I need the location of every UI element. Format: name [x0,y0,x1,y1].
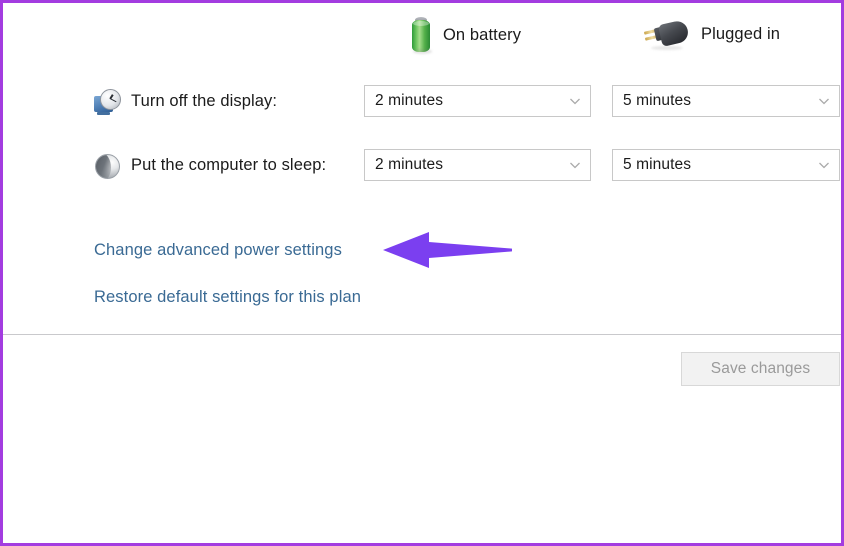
chevron-down-icon [568,158,582,172]
setting-label-put-computer-to-sleep: Put the computer to sleep: [131,155,327,174]
column-header-plugged-in: Plugged in [643,17,780,51]
dropdown-turn-off-display-plugged-in[interactable]: 5 minutes [612,85,840,117]
footer-bar: Save changes [3,335,841,542]
dropdown-turn-off-display-on-battery-value: 2 minutes [375,92,444,109]
chevron-down-icon [817,158,831,172]
dropdown-turn-off-display-on-battery[interactable]: 2 minutes [364,85,591,117]
settings-panel: On battery Plugged in Turn off the displ… [3,3,841,331]
battery-icon [411,17,432,54]
save-changes-button[interactable]: Save changes [681,352,840,386]
column-header-on-battery-label: On battery [443,26,522,44]
dropdown-put-computer-to-sleep-plugged-in-value: 5 minutes [623,156,692,173]
chevron-down-icon [817,94,831,108]
power-plug-icon [643,17,691,51]
dropdown-turn-off-display-plugged-in-value: 5 minutes [623,92,692,109]
power-plan-settings-window: On battery Plugged in Turn off the displ… [0,0,844,546]
dropdown-put-computer-to-sleep-on-battery-value: 2 minutes [375,156,444,173]
column-header-on-battery: On battery [411,17,521,54]
link-change-advanced-power-settings[interactable]: Change advanced power settings [94,241,342,260]
dropdown-put-computer-to-sleep-on-battery[interactable]: 2 minutes [364,149,591,181]
dropdown-put-computer-to-sleep-plugged-in[interactable]: 5 minutes [612,149,840,181]
column-header-plugged-in-label: Plugged in [701,24,780,43]
sleep-moon-icon [93,152,123,182]
setting-label-turn-off-display: Turn off the display: [131,91,278,110]
annotation-arrow-icon [383,232,512,268]
chevron-down-icon [568,94,582,108]
link-restore-default-settings[interactable]: Restore default settings for this plan [94,288,361,307]
display-clock-icon [93,88,123,118]
